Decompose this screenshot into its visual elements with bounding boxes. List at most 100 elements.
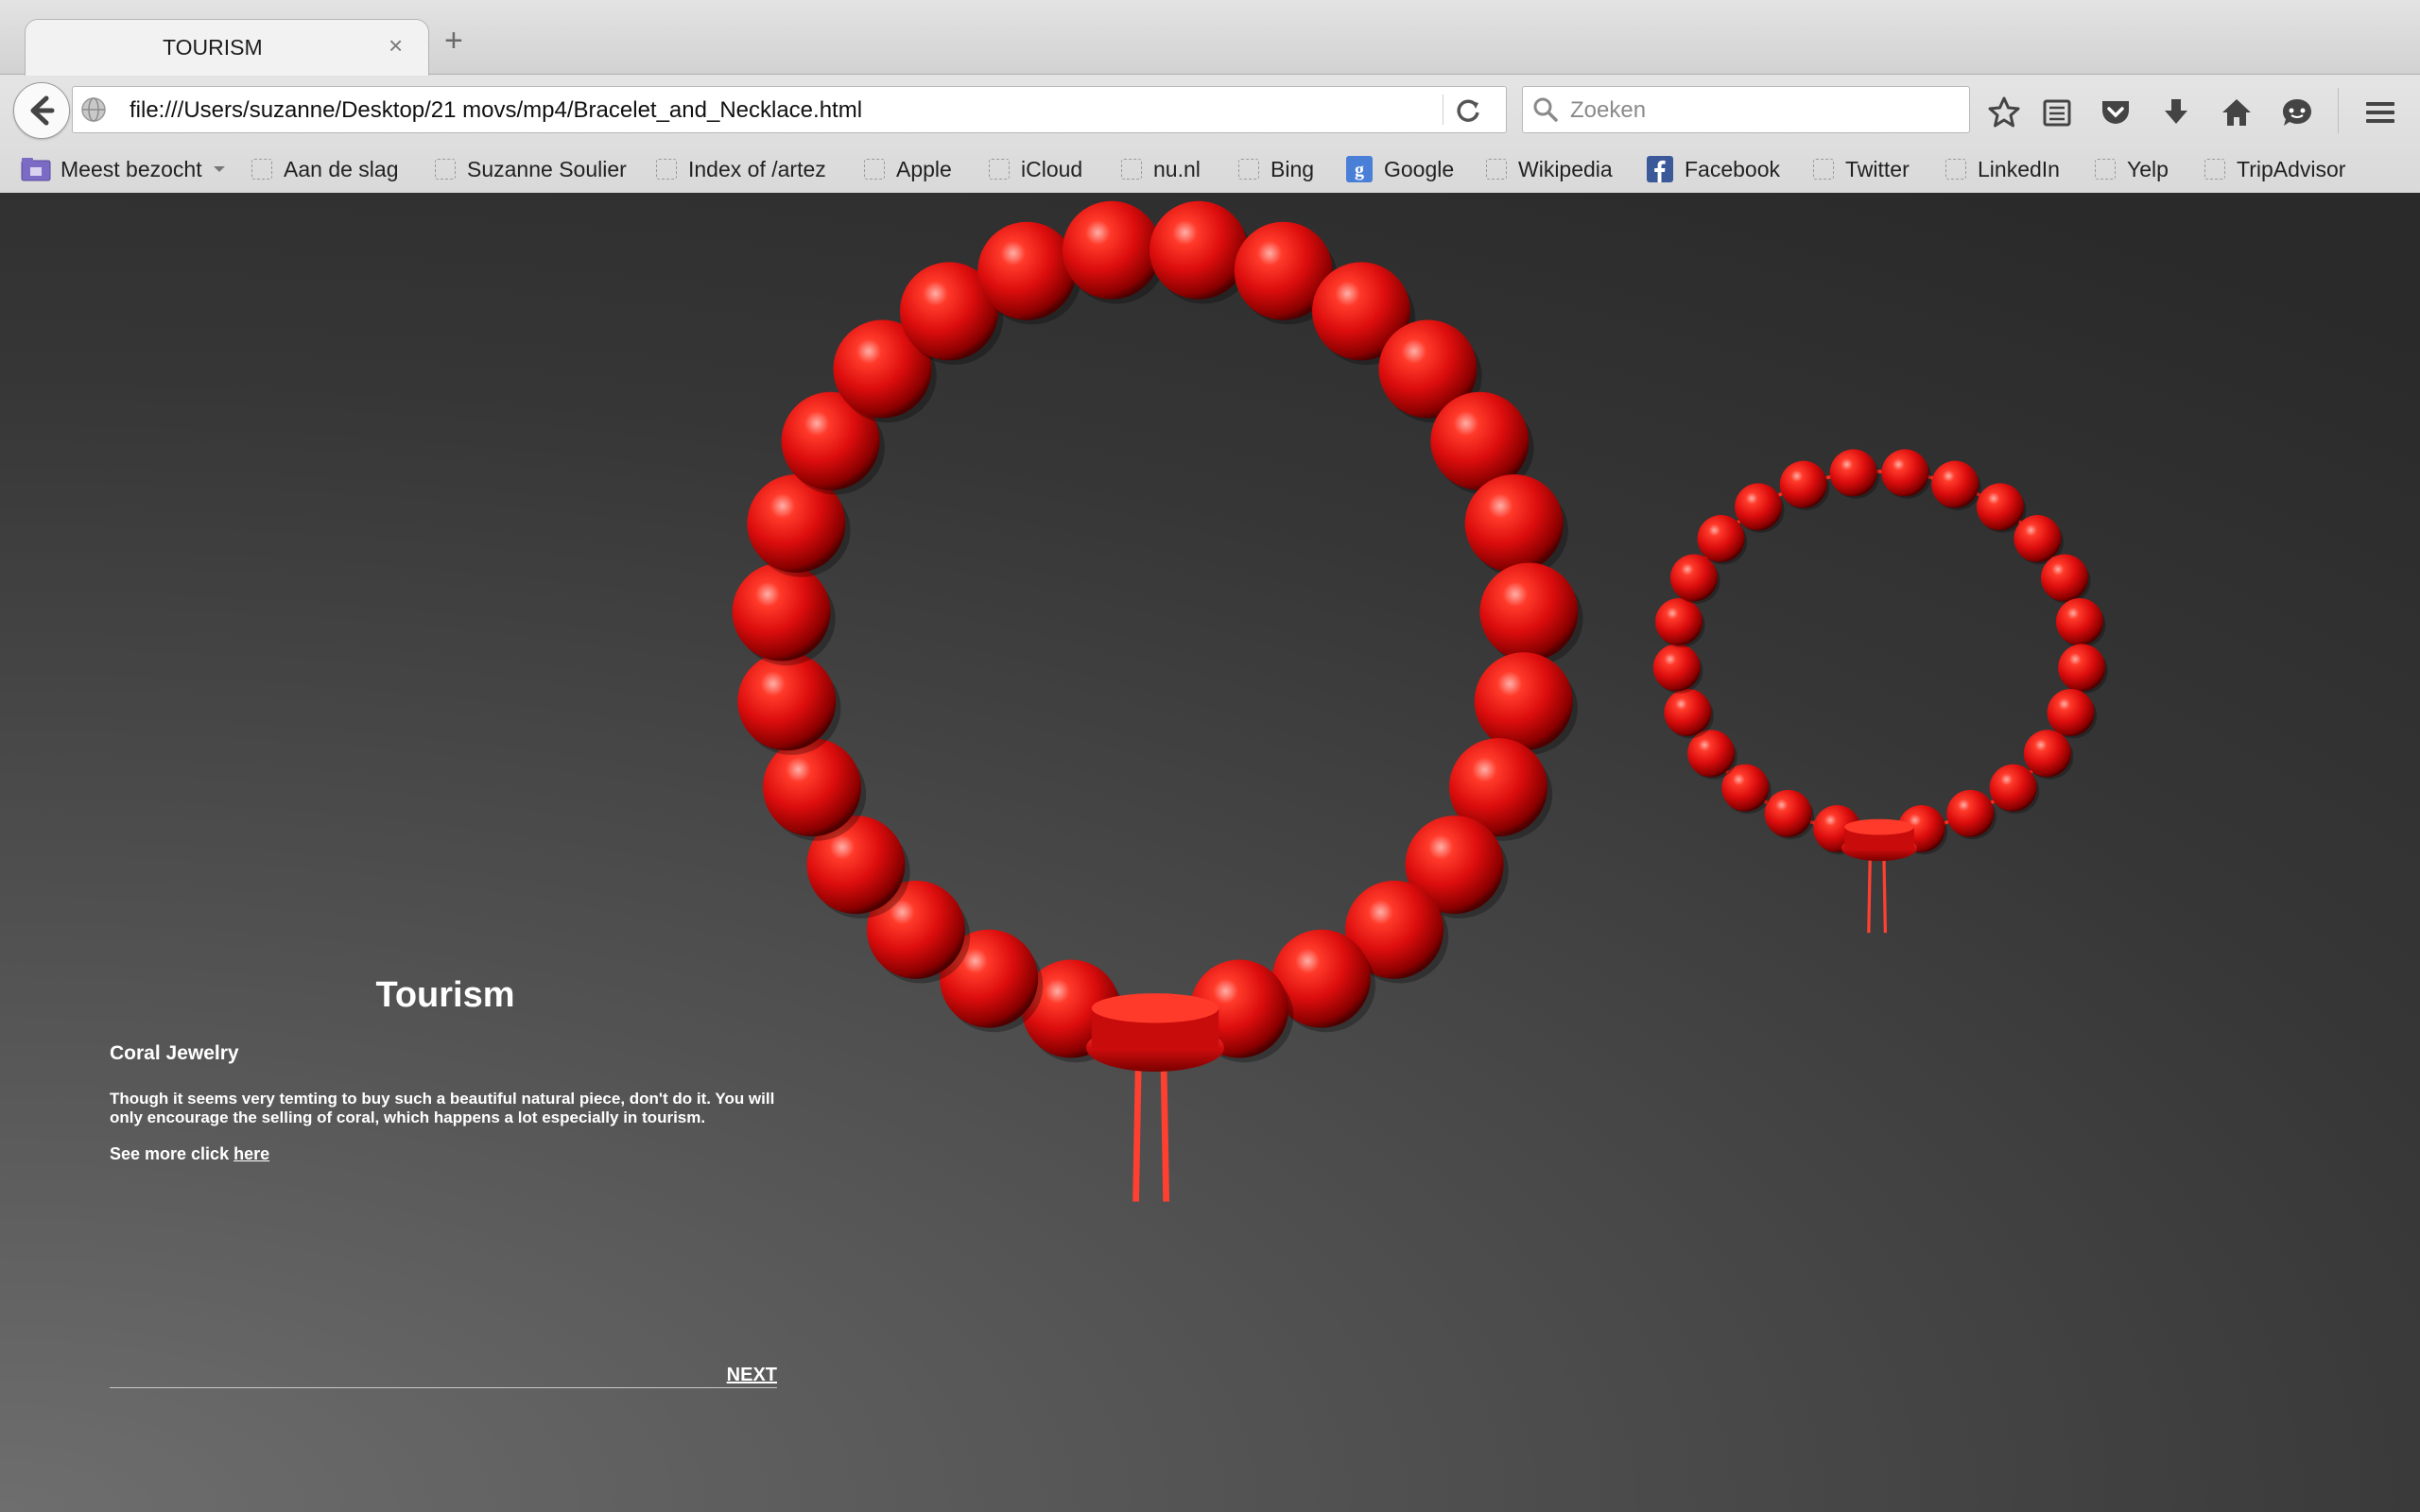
bookmark-meest-bezocht[interactable]: Meest bezocht [21,153,227,185]
bookmark-linkedin[interactable]: LinkedIn [1945,153,2060,185]
bookmark-nu-nl[interactable]: nu.nl [1121,153,1201,185]
bookmark-label: Index of /artez [688,156,826,181]
page-body-text: Though it seems very temting to buy such… [110,1090,775,1126]
bracelet-tassel [1867,850,1873,934]
bookmark-label: Twitter [1845,156,1910,181]
bookmark-label: Meest bezocht [60,156,202,181]
bracelet-bead [1655,597,1703,645]
bracelet-bead [2055,597,2103,645]
chevron-down-icon [213,166,225,172]
bookmark-label: Bing [1270,156,1315,181]
page-icon [2204,159,2225,180]
bracelet-bead [1764,789,1812,837]
divider-line [110,1387,777,1388]
bookmark-suzanne-soulier[interactable]: Suzanne Soulier [435,153,627,185]
page-icon [2095,159,2116,180]
page-icon [1813,159,1834,180]
star-icon[interactable] [1987,95,2021,129]
bookmark-tripadvisor[interactable]: TripAdvisor [2204,153,2345,185]
bracelet-bead [1829,449,1877,497]
bookmark-label: Yelp [2127,156,2169,181]
chat-icon[interactable] [2280,95,2314,129]
bookmark-apple[interactable]: Apple [864,153,952,185]
bracelet-bead [2023,730,2071,778]
bookmark-label: LinkedIn [1978,156,2060,181]
jewelry-render [732,200,2108,1202]
bookmark-label: Wikipedia [1518,156,1613,181]
bookmark-twitter[interactable]: Twitter [1813,153,1910,185]
necklace-bead [1474,652,1573,751]
necklace-tassel [1160,1050,1170,1202]
page-icon [1121,159,1142,180]
menu-icon[interactable] [2363,95,2397,129]
page-icon [656,159,677,180]
bracelet-bead [1664,689,1712,737]
browser-chrome: TOURISM × + file:///Users/suzanne/Deskto… [0,0,2420,194]
active-tab[interactable]: TOURISM × [25,19,429,76]
necklace-bead [1479,562,1579,662]
toolbar-separator [2338,88,2339,133]
search-placeholder: Zoeken [1570,97,1647,123]
necklace-bead [1062,200,1161,300]
bracelet-bead [2047,689,2095,737]
search-bar[interactable]: Zoeken [1522,86,1970,133]
back-arrow-icon [30,95,55,126]
bracelet [1652,449,2108,934]
here-link[interactable]: here [233,1144,269,1163]
page-icon [435,159,456,180]
page-icon [864,159,885,180]
reading-list-icon[interactable] [2040,95,2074,129]
folder-icon [21,158,51,181]
next-link[interactable]: NEXT [727,1365,777,1386]
new-tab-icon[interactable]: + [444,25,463,57]
bookmark-label: TripAdvisor [2237,156,2346,181]
bracelet-bead [1669,554,1718,602]
reload-icon[interactable] [1453,95,1483,126]
bookmark-label: Aan de slag [284,156,399,181]
necklace-tassel [1132,1050,1142,1202]
necklace-clasp [1091,993,1219,1023]
bookmark-bing[interactable]: Bing [1238,153,1314,185]
page-content: Tourism Coral Jewelry Though it seems ve… [0,193,2420,1512]
see-more-text: See more click [110,1144,234,1163]
bookmarks-toolbar: Meest bezocht Aan de slag Suzanne Soulie… [0,147,2420,191]
search-icon [1533,97,1558,122]
bookmark-facebook[interactable]: Facebook [1647,153,1780,185]
bookmark-label: Suzanne Soulier [467,156,627,181]
page-subtitle: Coral Jewelry [110,1042,239,1064]
bookmark-google[interactable]: g Google [1346,153,1454,185]
page-icon [1238,159,1259,180]
bookmark-yelp[interactable]: Yelp [2095,153,2169,185]
info-panel: Tourism Coral Jewelry Though it seems ve… [110,975,781,1388]
bookmark-wikipedia[interactable]: Wikipedia [1486,153,1613,185]
see-more-line: See more click here [110,1144,781,1164]
bracelet-bead [1931,460,1979,508]
close-tab-icon[interactable]: × [389,31,403,60]
bookmark-icloud[interactable]: iCloud [989,153,1082,185]
bracelet-bead [2058,644,2106,692]
bracelet-bead [1881,449,1929,497]
necklace-bead [737,652,837,751]
necklace-bead [1150,200,1249,300]
bookmark-aan-de-slag[interactable]: Aan de slag [251,153,398,185]
bracelet-bead [2014,515,2062,563]
back-button[interactable] [13,82,70,139]
bracelet-bead [1735,483,1783,531]
navigation-toolbar: file:///Users/suzanne/Desktop/21 movs/mp… [0,75,2420,146]
bookmark-label: Apple [896,156,952,181]
bookmark-index-of-artez[interactable]: Index of /artez [656,153,826,185]
necklace-bead [1464,473,1564,573]
download-icon[interactable] [2159,95,2193,129]
address-bar[interactable]: file:///Users/suzanne/Desktop/21 movs/mp… [72,86,1507,133]
bookmark-label: iCloud [1021,156,1083,181]
home-icon[interactable] [2220,95,2254,129]
bookmark-label: Facebook [1685,156,1781,181]
bracelet-bead [1779,460,1827,508]
bracelet-bead [1652,644,1701,692]
bracelet-bead [1989,764,2037,812]
bracelet-bead [1976,483,2024,531]
globe-icon [81,97,106,122]
page-icon [1486,159,1507,180]
pocket-icon[interactable] [2099,95,2133,129]
bracelet-bead [2041,554,2089,602]
